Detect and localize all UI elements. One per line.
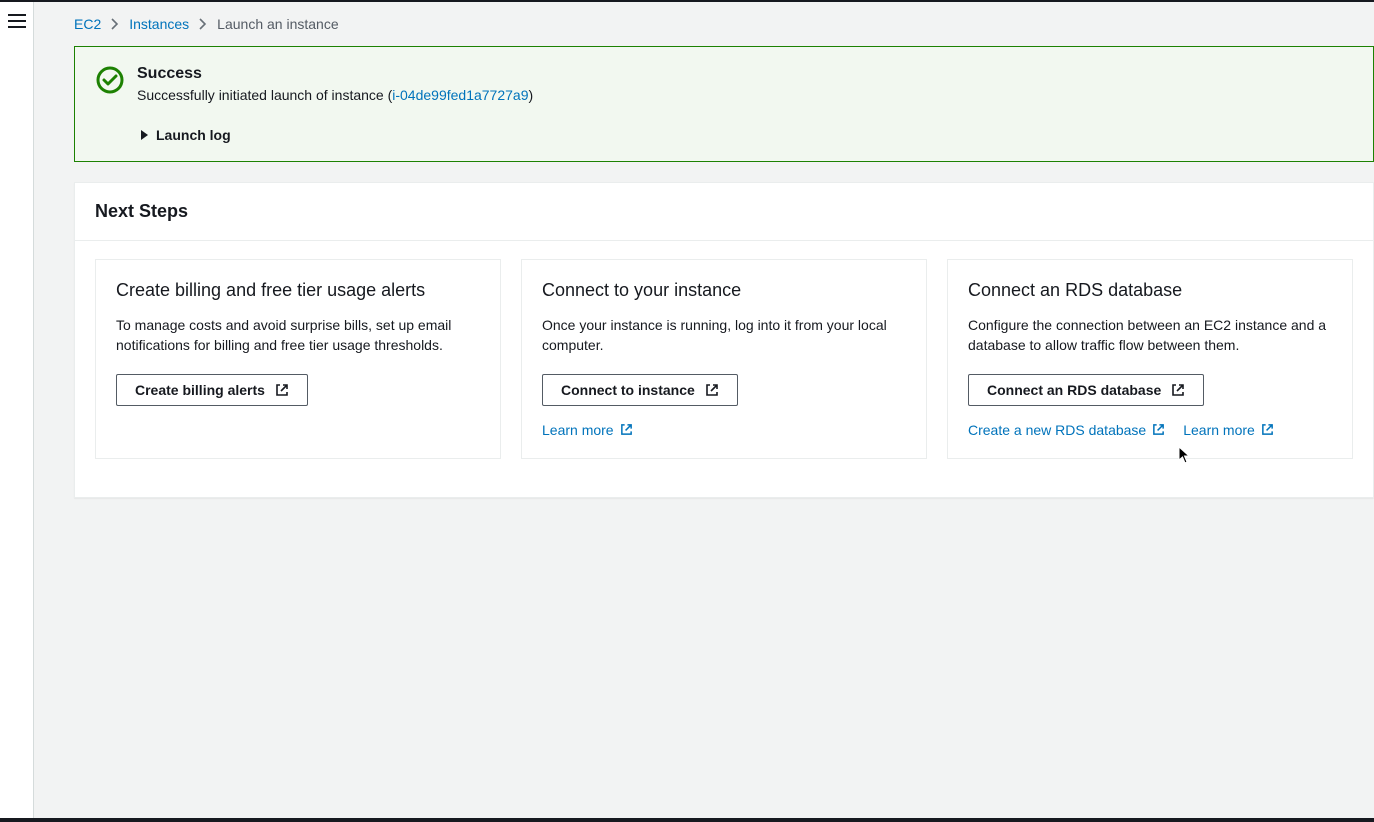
create-billing-alerts-button[interactable]: Create billing alerts [116,374,308,406]
external-link-icon [1261,423,1274,436]
instance-id-link[interactable]: i-04de99fed1a7727a9 [392,87,528,103]
success-flash: Success Successfully initiated launch of… [74,46,1374,162]
flash-message: Successfully initiated launch of instanc… [137,87,533,103]
breadcrumb-current: Launch an instance [217,16,338,32]
card-desc: Configure the connection between an EC2 … [968,315,1332,356]
external-link-icon [620,423,633,436]
connect-rds-button[interactable]: Connect an RDS database [968,374,1204,406]
main-content: EC2 Instances Launch an instance Succes [34,2,1374,822]
bottom-bar [0,818,1374,822]
learn-more-link[interactable]: Learn more [1183,422,1274,438]
card-desc: To manage costs and avoid surprise bills… [116,315,480,356]
panel-header: Next Steps [75,183,1373,241]
learn-more-link[interactable]: Learn more [542,422,633,438]
card-desc: Once your instance is running, log into … [542,315,906,356]
card-title: Connect to your instance [542,280,906,301]
side-rail [0,2,34,822]
card-title: Connect an RDS database [968,280,1332,301]
next-steps-panel: Next Steps Create billing and free tier … [74,182,1374,498]
external-link-icon [1152,423,1165,436]
breadcrumb-instances[interactable]: Instances [129,16,189,32]
card-connect-instance: Connect to your instance Once your insta… [521,259,927,459]
launch-log-toggle[interactable]: Launch log [141,127,1353,143]
create-rds-link[interactable]: Create a new RDS database [968,422,1165,438]
external-link-icon [275,383,289,397]
card-title: Create billing and free tier usage alert… [116,280,480,301]
caret-right-icon [141,130,148,140]
connect-to-instance-button[interactable]: Connect to instance [542,374,738,406]
flash-title: Success [137,65,533,83]
card-billing-alerts: Create billing and free tier usage alert… [95,259,501,459]
card-connect-rds: Connect an RDS database Configure the co… [947,259,1353,459]
chevron-right-icon [199,18,207,30]
external-link-icon [1171,383,1185,397]
breadcrumb: EC2 Instances Launch an instance [74,2,1374,46]
hamburger-icon[interactable] [8,14,26,28]
success-check-icon [95,65,125,95]
breadcrumb-ec2[interactable]: EC2 [74,16,101,32]
external-link-icon [705,383,719,397]
launch-log-label: Launch log [156,127,231,143]
next-steps-heading: Next Steps [95,201,1353,222]
chevron-right-icon [111,18,119,30]
